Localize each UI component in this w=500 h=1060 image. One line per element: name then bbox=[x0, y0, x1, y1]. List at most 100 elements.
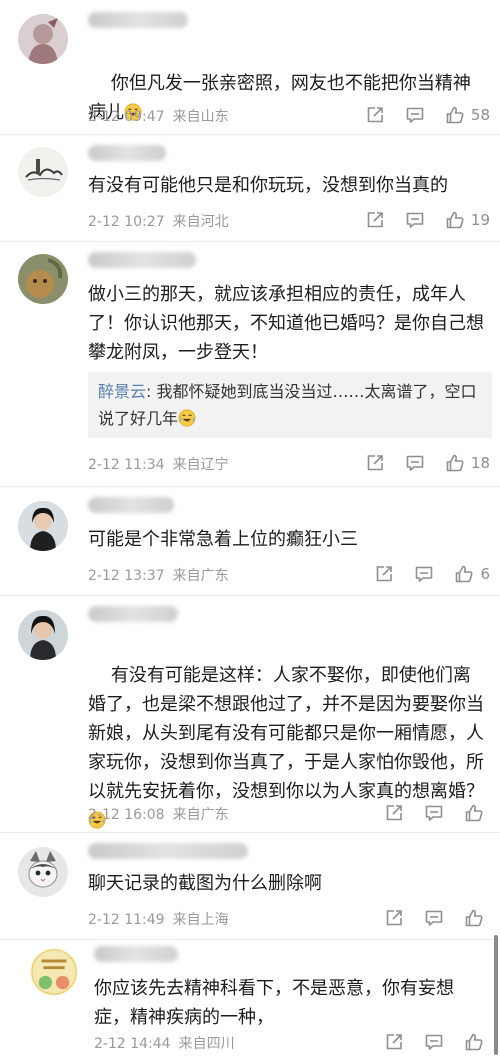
comment-actions bbox=[364, 802, 490, 824]
comment-meta: 2-12 10:27 来自河北 bbox=[88, 211, 229, 231]
comment-location: 来自辽宁 bbox=[172, 457, 229, 473]
comment-meta: 2-12 14:44 来自四川 bbox=[94, 1033, 235, 1053]
comment-text: 有没有可能是这样：人家不娶你，即使他们离婚了，也是梁不想跟他过了，并不是因为要娶… bbox=[88, 632, 484, 864]
comment-text: 聊天记录的截图为什么删除啊 bbox=[88, 873, 322, 894]
share-icon bbox=[384, 803, 404, 823]
like-icon bbox=[445, 105, 465, 125]
comment-icon bbox=[424, 1032, 444, 1052]
share-button[interactable] bbox=[365, 105, 385, 125]
comment-actions: 6 bbox=[354, 563, 490, 585]
avatar[interactable] bbox=[18, 147, 68, 197]
comment-location: 来自四川 bbox=[178, 1036, 235, 1052]
comment-date: 2-12 13:37 bbox=[88, 568, 165, 584]
comment-meta: 2-12 16:08 来自广东 bbox=[88, 804, 229, 824]
comment-actions: 18 bbox=[345, 452, 490, 474]
like-count: 19 bbox=[470, 211, 490, 229]
avatar[interactable] bbox=[18, 254, 68, 304]
username-blurred[interactable] bbox=[88, 12, 188, 28]
share-button[interactable] bbox=[384, 803, 404, 823]
share-button[interactable] bbox=[384, 1032, 404, 1052]
comment-location: 来自河北 bbox=[172, 214, 229, 230]
avatar-image bbox=[18, 610, 68, 660]
avatar[interactable] bbox=[30, 948, 78, 996]
comment-item: 做小三的那天，就应该承担相应的责任，成年人了！你认识他那天，不知道他已婚吗？是你… bbox=[0, 242, 500, 487]
comment-text: 有没有可能他只是和你玩玩，没想到你当真的 bbox=[88, 175, 448, 196]
comment-actions: 19 bbox=[345, 209, 490, 231]
comment-item: 有没有可能是这样：人家不娶你，即使他们离婚了，也是梁不想跟他过了，并不是因为要娶… bbox=[0, 596, 500, 833]
comment-item: 你但凡发一张亲密照，网友也不能把你当精神病儿 2-12 09:47 来自山东 58 bbox=[0, 0, 500, 135]
like-count: 6 bbox=[480, 565, 490, 583]
comment-icon bbox=[424, 803, 444, 823]
share-icon bbox=[374, 564, 394, 584]
reply-button[interactable] bbox=[424, 908, 444, 928]
comment-location: 来自上海 bbox=[172, 912, 229, 928]
comment-meta: 2-12 11:34 来自辽宁 bbox=[88, 454, 229, 474]
comment-date: 2-12 09:47 bbox=[88, 109, 165, 125]
share-icon bbox=[365, 210, 385, 230]
like-button[interactable] bbox=[464, 803, 490, 823]
username-blurred[interactable] bbox=[94, 946, 178, 962]
reply-button[interactable] bbox=[405, 453, 425, 473]
comment-location: 来自广东 bbox=[172, 568, 229, 584]
avatar[interactable] bbox=[18, 610, 68, 660]
reply-button[interactable] bbox=[424, 1032, 444, 1052]
comment-meta: 2-12 09:47 来自山东 bbox=[88, 106, 229, 126]
comment-icon bbox=[405, 453, 425, 473]
share-button[interactable] bbox=[365, 453, 385, 473]
like-button[interactable]: 58 bbox=[445, 105, 490, 125]
comment-item: 聊天记录的截图为什么删除啊 2-12 11:49 来自上海 bbox=[0, 833, 500, 940]
username-blurred[interactable] bbox=[88, 497, 174, 513]
laugh-cry-emoji bbox=[178, 409, 196, 427]
avatar[interactable] bbox=[18, 847, 68, 897]
like-button[interactable]: 18 bbox=[445, 453, 490, 473]
comment-actions bbox=[364, 1031, 490, 1053]
comment-actions bbox=[364, 907, 490, 929]
avatar-image bbox=[18, 501, 68, 551]
comment-icon bbox=[414, 564, 434, 584]
comment-location: 来自山东 bbox=[172, 109, 229, 125]
share-icon bbox=[384, 908, 404, 928]
username-blurred[interactable] bbox=[88, 606, 178, 622]
comment-item: 你应该先去精神科看下，不是恶意，你有妄想症，精神疾病的一种， 2-12 14:4… bbox=[0, 940, 500, 1060]
like-icon bbox=[454, 564, 474, 584]
like-button[interactable] bbox=[464, 1032, 490, 1052]
reply-button[interactable] bbox=[405, 210, 425, 230]
sub-reply[interactable]: 醉景云: 我都怀疑她到底当没当过……太离谱了，空口说了好几年 bbox=[88, 372, 492, 438]
comment-date: 2-12 11:49 bbox=[88, 912, 165, 928]
avatar[interactable] bbox=[18, 14, 68, 64]
reply-button[interactable] bbox=[405, 105, 425, 125]
comment-text: 可能是个非常急着上位的癫狂小三 bbox=[88, 529, 358, 550]
like-icon bbox=[464, 908, 484, 928]
avatar-image bbox=[18, 254, 68, 304]
like-count: 58 bbox=[470, 106, 490, 124]
like-icon bbox=[445, 210, 465, 230]
comment-actions: 58 bbox=[345, 104, 490, 126]
avatar-image bbox=[18, 847, 68, 897]
comment-location: 来自广东 bbox=[172, 807, 229, 823]
reply-button[interactable] bbox=[424, 803, 444, 823]
comment-icon bbox=[424, 908, 444, 928]
comment-date: 2-12 10:27 bbox=[88, 214, 165, 230]
comment-icon bbox=[405, 105, 425, 125]
username-blurred[interactable] bbox=[88, 252, 196, 268]
share-icon bbox=[384, 1032, 404, 1052]
scrollbar[interactable] bbox=[494, 935, 498, 1055]
share-button[interactable] bbox=[384, 908, 404, 928]
avatar[interactable] bbox=[18, 501, 68, 551]
comment-text: 做小三的那天，就应该承担相应的责任，成年人了！你认识他那天，不知道他已婚吗？是你… bbox=[88, 284, 484, 363]
share-button[interactable] bbox=[374, 564, 394, 584]
like-count: 18 bbox=[470, 454, 490, 472]
reply-button[interactable] bbox=[414, 564, 434, 584]
like-button[interactable]: 6 bbox=[454, 564, 490, 584]
like-button[interactable] bbox=[464, 908, 490, 928]
reply-username[interactable]: 醉景云 bbox=[98, 382, 146, 401]
comment-item: 可能是个非常急着上位的癫狂小三 2-12 13:37 来自广东 6 bbox=[0, 487, 500, 596]
like-icon bbox=[464, 803, 484, 823]
comment-date: 2-12 11:34 bbox=[88, 457, 165, 473]
username-blurred[interactable] bbox=[88, 145, 166, 161]
avatar-image bbox=[30, 948, 78, 996]
username-blurred[interactable] bbox=[88, 843, 248, 859]
reply-text: : 我都怀疑她到底当没当过……太离谱了，空口说了好几年 bbox=[98, 382, 477, 428]
like-button[interactable]: 19 bbox=[445, 210, 490, 230]
share-button[interactable] bbox=[365, 210, 385, 230]
